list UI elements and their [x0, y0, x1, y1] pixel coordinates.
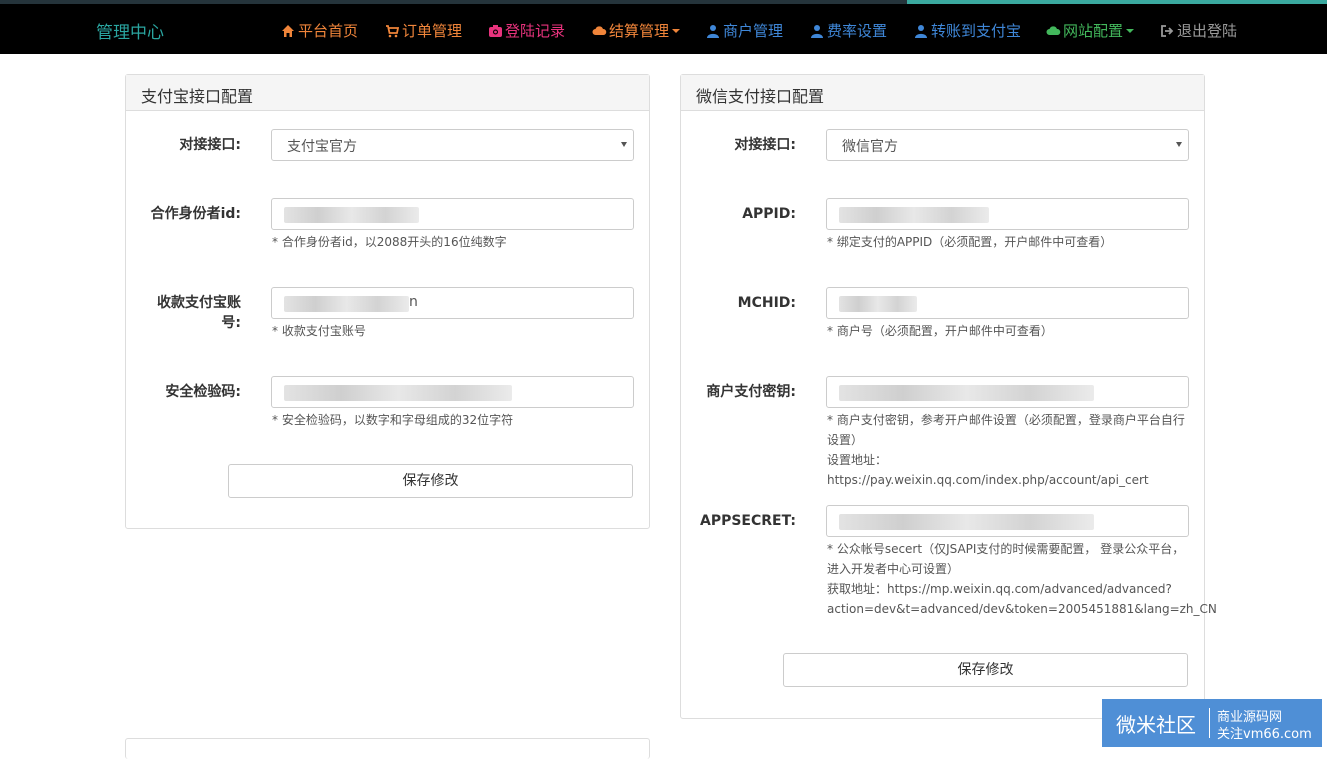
- watermark-sub2: 关注vm66.com: [1217, 727, 1312, 742]
- nav-item-logout[interactable]: 退出登陆: [1160, 20, 1237, 41]
- panel-title: 支付宝接口配置: [126, 75, 649, 111]
- alipay-save-button[interactable]: 保存修改: [228, 464, 633, 498]
- nav-label: 转账到支付宝: [931, 22, 1022, 40]
- panel-title: 微信支付接口配置: [681, 75, 1204, 111]
- nav-item-login-log[interactable]: 登陆记录: [488, 20, 565, 41]
- nav-item-merchants[interactable]: 商户管理: [706, 20, 783, 41]
- nav-item-settlement[interactable]: 结算管理: [592, 20, 681, 41]
- help-line: 获取地址：https://mp.weixin.qq.com/advanced/a…: [827, 582, 1172, 596]
- alipay-config-panel: 支付宝接口配置 对接接口: 支付宝官方 合作身份者id: * 合作身份者id，以…: [125, 74, 650, 529]
- redacted-value: [839, 296, 917, 312]
- nav-label: 结算管理: [609, 22, 670, 40]
- cloud-icon: [1046, 24, 1061, 38]
- wechat-interface-select[interactable]: 微信官方: [826, 129, 1189, 161]
- select-value: 支付宝官方: [287, 139, 357, 155]
- account-visible-suffix: n: [409, 294, 418, 310]
- user-icon: [914, 24, 928, 38]
- camera-icon: [488, 24, 502, 38]
- appid-help: * 绑定支付的APPID（必须配置，开户邮件中可查看）: [827, 235, 1113, 249]
- redacted-value: [284, 207, 419, 223]
- help-line: action=dev&t=advanced/dev&token=20054518…: [827, 602, 1217, 616]
- security-key-input[interactable]: [271, 376, 634, 408]
- watermark-badge: 微米社区 商业源码网 关注vm66.com: [1102, 699, 1322, 747]
- cart-icon: [385, 24, 400, 38]
- nav-label: 登陆记录: [505, 22, 566, 40]
- top-navbar: 管理中心 平台首页 订单管理 登陆记录 结算管理 商户管理 费率设置 转账到支付…: [0, 4, 1327, 54]
- nav-item-transfer-alipay[interactable]: 转账到支付宝: [914, 20, 1021, 41]
- alipay-account-input[interactable]: n: [271, 287, 634, 319]
- cloud-icon: [592, 24, 607, 38]
- select-arrow-icon: [1176, 142, 1182, 147]
- help-line: * 公众帐号secert（仅JSAPI支付的时候需要配置， 登录公众平台，: [827, 542, 1185, 556]
- merchant-key-help: * 商户支付密钥，参考开户邮件设置（必须配置，登录商户平台自行 设置） 设置地址…: [827, 410, 1204, 490]
- mchid-input[interactable]: [826, 287, 1189, 319]
- redacted-value: [839, 514, 1094, 530]
- help-line: * 商户支付密钥，参考开户邮件设置（必须配置，登录商户平台自行: [827, 413, 1185, 427]
- watermark-main: 微米社区: [1116, 713, 1196, 737]
- mchid-help: * 商户号（必须配置，开户邮件中可查看）: [827, 324, 1053, 338]
- security-key-label: 安全检验码:: [165, 384, 241, 400]
- help-line: 设置）: [827, 433, 864, 447]
- merchant-key-input[interactable]: [826, 376, 1189, 408]
- partner-id-input[interactable]: [271, 198, 634, 230]
- chevron-down-icon: [672, 28, 681, 33]
- alipay-interface-select[interactable]: 支付宝官方: [271, 129, 634, 161]
- nav-label: 网站配置: [1063, 22, 1124, 40]
- interface-label: 对接接口:: [734, 137, 796, 153]
- redacted-value: [284, 385, 512, 401]
- user-icon: [706, 24, 720, 38]
- help-line: 进入开发者中心可设置）: [827, 562, 960, 576]
- security-key-help: * 安全检验码，以数字和字母组成的32位字符: [272, 413, 514, 427]
- appsecret-help: * 公众帐号secert（仅JSAPI支付的时候需要配置， 登录公众平台， 进入…: [827, 539, 1217, 619]
- nav-label: 平台首页: [298, 22, 359, 40]
- account-label: 收款支付宝账 号:: [126, 293, 241, 333]
- partner-id-help: * 合作身份者id，以2088开头的16位纯数字: [272, 235, 507, 249]
- appsecret-input[interactable]: [826, 505, 1189, 537]
- user-icon: [810, 24, 824, 38]
- mchid-label: MCHID:: [737, 295, 796, 311]
- account-help: * 收款支付宝账号: [272, 324, 366, 338]
- logout-icon: [1160, 24, 1174, 38]
- select-arrow-icon: [621, 142, 627, 147]
- help-line: 设置地址：https://pay.weixin.qq.com/index.php…: [827, 453, 1149, 487]
- interface-label: 对接接口:: [179, 137, 241, 153]
- appid-label: APPID:: [742, 206, 796, 222]
- wechat-save-button[interactable]: 保存修改: [783, 653, 1188, 687]
- nav-item-rates[interactable]: 费率设置: [810, 20, 887, 41]
- account-label-line2: 号:: [221, 315, 241, 331]
- appid-input[interactable]: [826, 198, 1189, 230]
- nav-label: 退出登陆: [1177, 22, 1238, 40]
- nav-label: 商户管理: [723, 22, 784, 40]
- nav-item-site-config[interactable]: 网站配置: [1046, 20, 1135, 41]
- chevron-down-icon: [1126, 28, 1135, 33]
- redacted-value: [839, 207, 989, 223]
- appsecret-label: APPSECRET:: [699, 513, 796, 529]
- wechat-config-panel: 微信支付接口配置 对接接口: 微信官方 APPID: * 绑定支付的APPID（…: [680, 74, 1217, 719]
- merchant-key-label: 商户支付密钥:: [706, 384, 796, 400]
- nav-item-orders[interactable]: 订单管理: [385, 20, 462, 41]
- select-value: 微信官方: [842, 139, 898, 155]
- brand-title[interactable]: 管理中心: [96, 18, 164, 43]
- nav-label: 订单管理: [402, 22, 463, 40]
- watermark-divider: [1209, 708, 1210, 738]
- home-icon: [281, 24, 295, 38]
- account-label-line1: 收款支付宝账: [157, 295, 241, 311]
- nav-label: 费率设置: [827, 22, 888, 40]
- redacted-value: [839, 385, 1094, 401]
- next-panel-edge: [125, 738, 650, 759]
- nav-item-home[interactable]: 平台首页: [281, 20, 358, 41]
- partner-id-label: 合作身份者id:: [150, 206, 241, 222]
- redacted-value: [284, 296, 409, 312]
